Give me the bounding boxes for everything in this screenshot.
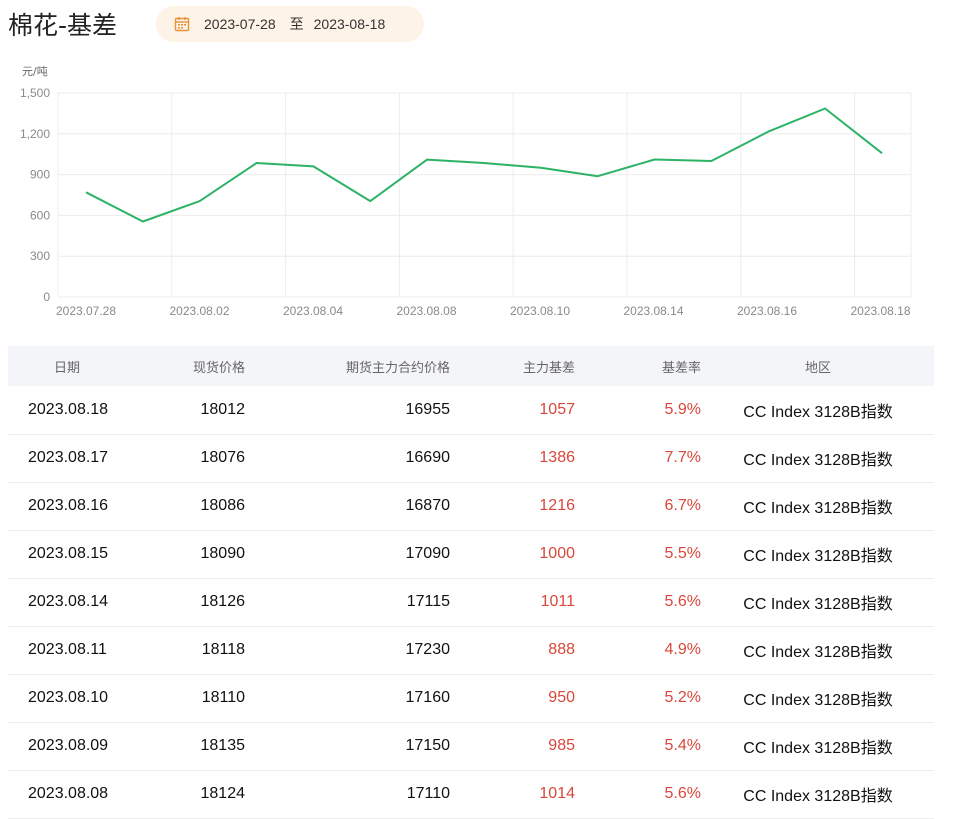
cell-region: CC Index 3128B指数 — [743, 596, 893, 613]
x-tick-label: 2023.08.18 — [850, 304, 910, 318]
date-separator: 至 — [289, 17, 304, 33]
cell-basis: 1386 — [539, 449, 575, 466]
header-region: 地区 — [804, 360, 831, 376]
header-date: 日期 — [54, 360, 81, 376]
y-axis-unit-label: 元/吨 — [22, 65, 48, 78]
cell-region: CC Index 3128B指数 — [743, 403, 893, 421]
cell-date: 2023.08.14 — [28, 593, 109, 610]
y-tick-label: 900 — [30, 168, 50, 182]
x-tick-label: 2023.08.04 — [283, 304, 343, 318]
cell-basis-rate: 5.6% — [664, 785, 701, 802]
cell-spot-price: 18090 — [200, 545, 246, 562]
cell-basis-rate: 5.2% — [664, 689, 701, 706]
cell-date: 2023.08.18 — [28, 400, 109, 418]
end-date-input[interactable]: 2023-08-18 — [314, 16, 386, 32]
cell-region: CC Index 3128B指数 — [743, 500, 893, 517]
table-row: 2023.08.16 18086 16870 1216 6.7% CC Index 312… — [8, 482, 934, 530]
header-basis-rate: 基差率 — [661, 360, 701, 376]
cell-futures-price: 17150 — [405, 737, 451, 754]
y-tick-label: 0 — [43, 290, 50, 304]
date-range-picker[interactable]: 2023-07-28 至 2023-08-18 — [156, 6, 424, 42]
cell-basis-rate: 7.7% — [664, 449, 701, 466]
cell-basis: 1057 — [539, 400, 575, 418]
cell-date: 2023.08.11 — [28, 641, 107, 658]
cell-date: 2023.08.09 — [28, 737, 109, 754]
x-tick-label: 2023.08.14 — [623, 304, 683, 318]
table-row: 2023.08.15 18090 17090 1000 5.5% CC Index 312… — [8, 530, 934, 578]
cell-region: CC Index 3128B指数 — [743, 692, 893, 709]
cell-basis-rate: 6.7% — [664, 497, 701, 514]
calendar-icon — [174, 17, 190, 32]
cell-spot-price: 18135 — [200, 737, 246, 754]
cell-basis: 888 — [548, 641, 575, 658]
cell-date: 2023.08.16 — [28, 497, 109, 514]
x-tick-label: 2023.07.28 — [56, 304, 116, 318]
y-tick-label: 1,200 — [20, 127, 50, 141]
cell-basis: 985 — [548, 737, 575, 754]
cell-region: CC Index 3128B指数 — [743, 452, 893, 469]
table-row: 2023.08.18 18012 16955 1057 5.9% CC Index 312… — [8, 386, 934, 434]
table-header-row: 日期 现货价格 期货主力合约价格 主力基差 基差率 地区 — [8, 346, 934, 386]
cell-region: CC Index 3128B指数 — [743, 740, 893, 757]
cell-basis-rate: 5.9% — [664, 400, 701, 418]
cell-spot-price: 18076 — [200, 449, 246, 466]
table-row: 2023.08.08 18124 17110 1014 5.6% CC Index 312… — [8, 770, 934, 818]
cell-futures-price: 16690 — [405, 449, 451, 466]
y-tick-label: 300 — [30, 249, 50, 263]
cell-spot-price: 18126 — [200, 593, 246, 610]
cell-basis: 1216 — [539, 497, 575, 514]
cell-futures-price: 17115 — [406, 593, 450, 610]
basis-line-chart: 元/吨 0 300 600 900 1,200 1,500 2023.07.28 2023.… — [20, 65, 912, 318]
table-row: 2023.08.11 18118 17230 888 4.9% CC Index 3128… — [8, 626, 934, 674]
cell-spot-price: 18124 — [200, 785, 246, 802]
header-spot-price: 现货价格 — [192, 360, 245, 376]
x-tick-label: 2023.08.10 — [510, 304, 570, 318]
header-futures-price: 期货主力合约价格 — [345, 360, 450, 376]
cell-spot-price: 18118 — [201, 641, 245, 658]
cell-date: 2023.08.17 — [28, 449, 109, 466]
cell-futures-price: 17230 — [405, 641, 451, 658]
basis-table: 日期 现货价格 期货主力合约价格 主力基差 基差率 地区 2023.08.18 1… — [8, 346, 934, 819]
cell-region: CC Index 3128B指数 — [743, 644, 893, 661]
cell-region: CC Index 3128B指数 — [743, 788, 893, 805]
cell-futures-price: 16955 — [405, 400, 451, 418]
table-row: 2023.08.14 18126 17115 1011 5.6% CC Index 312… — [8, 578, 934, 626]
cell-spot-price: 18110 — [201, 689, 245, 706]
cell-basis: 1000 — [539, 545, 575, 562]
series-line — [85, 107, 883, 223]
cell-futures-price: 17090 — [405, 545, 451, 562]
x-tick-label: 2023.08.16 — [737, 304, 797, 318]
header-basis: 主力基差 — [522, 360, 575, 376]
cell-date: 2023.08.10 — [28, 689, 109, 706]
y-tick-label: 1,500 — [20, 86, 50, 100]
cell-futures-price: 17160 — [405, 689, 451, 706]
page-title: 棉花-基差 — [8, 11, 118, 40]
x-tick-label: 2023.08.08 — [396, 304, 456, 318]
cell-basis-rate: 5.4% — [664, 737, 701, 754]
table-row: 2023.08.09 18135 17150 985 5.4% CC Index 3128… — [8, 722, 934, 770]
cell-spot-price: 18012 — [200, 400, 246, 418]
cell-basis-rate: 5.6% — [664, 593, 701, 610]
cell-date: 2023.08.15 — [28, 545, 109, 562]
cell-region: CC Index 3128B指数 — [743, 548, 893, 565]
cell-spot-price: 18086 — [200, 497, 246, 514]
table-row: 2023.08.17 18076 16690 1386 7.7% CC Index 312… — [8, 434, 934, 482]
y-tick-label: 600 — [30, 208, 50, 222]
x-tick-label: 2023.08.02 — [169, 304, 229, 318]
cell-basis-rate: 4.9% — [664, 641, 701, 658]
start-date-input[interactable]: 2023-07-28 — [204, 16, 276, 32]
cell-basis: 1011 — [540, 593, 575, 610]
cell-date: 2023.08.08 — [28, 785, 109, 802]
cell-basis: 950 — [548, 689, 575, 706]
cell-futures-price: 17110 — [406, 785, 450, 802]
cell-futures-price: 16870 — [405, 497, 451, 514]
table-row: 2023.08.10 18110 17160 950 5.2% CC Index 3128… — [8, 674, 934, 722]
cell-basis: 1014 — [539, 785, 575, 802]
cell-basis-rate: 5.5% — [664, 545, 701, 562]
